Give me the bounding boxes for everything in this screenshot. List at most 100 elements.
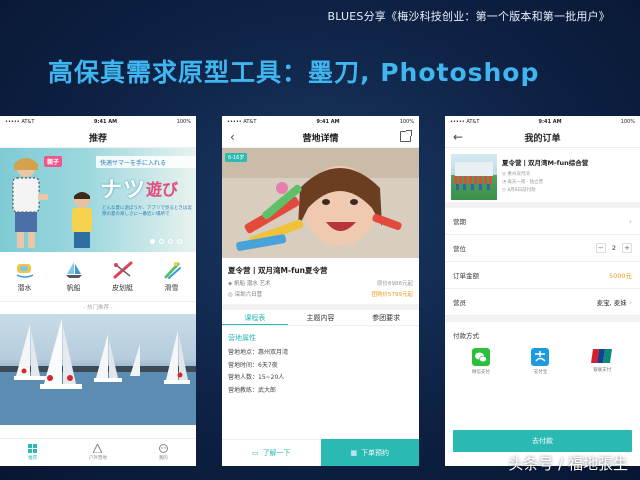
order-info: 夏令营丨双月湾M-fun综合营 ◎ 惠州双月湾 ◔ 再天一夜 · 独立营 ◷ 8… xyxy=(502,154,634,196)
chat-icon: ▭ xyxy=(251,449,259,457)
tab-outdoor-camp[interactable]: 户外营地 xyxy=(65,439,130,466)
pay-option-label: 银联支付 xyxy=(593,368,612,373)
camp-location: ◎ 深圳六日营 xyxy=(228,292,263,298)
woman-photo xyxy=(12,158,48,248)
banner-headline-2: 遊び xyxy=(146,180,179,199)
watermark: 头条号 / 福地張生 xyxy=(508,455,628,473)
pay-option-unionpay[interactable]: 银联支付 xyxy=(591,348,613,375)
recommend-icon xyxy=(28,444,38,453)
carousel-dots[interactable] xyxy=(150,239,182,244)
clock: 9:41 AM xyxy=(94,118,118,125)
sailing-photo[interactable] xyxy=(0,314,196,425)
share-icon[interactable] xyxy=(400,130,412,142)
carrier: ••••• AT&T xyxy=(450,118,480,125)
nav-title: 营地详情 xyxy=(302,133,339,144)
order-card[interactable]: 夏令营丨双月湾M-fun综合营 ◎ 惠州双月湾 ◔ 再天一夜 · 独立营 ◷ 8… xyxy=(445,148,640,208)
banner-subtitle: どんな夏に遊ぼうか、アプリで見るときは実際の夏の楽しさに一番近い場所で xyxy=(102,206,192,218)
increment-button[interactable]: + xyxy=(622,243,632,253)
amount-label: 订单金额 xyxy=(453,272,479,280)
learn-more-button[interactable]: ▭ 了解一下 xyxy=(222,439,321,466)
period-field[interactable]: 营期 › xyxy=(445,208,640,235)
girl-painting-image xyxy=(222,148,419,258)
banner-strip: 快適サマーを手に入れる xyxy=(96,156,196,168)
pay-option-wechat[interactable]: 微信支付 xyxy=(471,348,490,375)
unionpay-icon xyxy=(591,349,613,363)
carousel-dot[interactable] xyxy=(150,239,155,244)
order-duration: 再天一夜 · 独立营 xyxy=(507,180,544,185)
tab-schedule[interactable]: 课程表 xyxy=(222,310,288,325)
camp-location-row: ◎ 深圳六日营 团购价5799元起 xyxy=(222,287,419,298)
sailboat-icon xyxy=(65,261,82,278)
tab-theme[interactable]: 主题内容 xyxy=(288,310,354,325)
back-arrow-icon[interactable]: ← xyxy=(453,130,463,144)
pay-option-label: 微信支付 xyxy=(471,370,490,375)
carrier: ••••• AT&T xyxy=(227,118,257,125)
wechat-pay-icon xyxy=(471,348,490,366)
back-arrow-icon[interactable]: ‹ xyxy=(230,130,235,144)
order-title: 夏令营丨双月湾M-fun综合营 xyxy=(502,159,589,167)
chevron-right-icon: › xyxy=(628,298,632,307)
promo-banner[interactable]: 親子 快適サマーを手に入れる ナツ 遊び どんな夏に遊ぼうか、アプリで見るときは… xyxy=(0,148,196,252)
diving-icon xyxy=(16,263,33,278)
banner-headline: ナツ xyxy=(100,178,147,203)
kayak-icon xyxy=(113,261,132,278)
category-label: 皮划艇 xyxy=(112,283,133,292)
order-location: 惠州双月湾 xyxy=(507,172,530,177)
camp-hero-photo[interactable]: 6-16岁 xyxy=(222,148,419,258)
category-diving[interactable]: 潜水 xyxy=(0,252,49,301)
camp-title: 夏令营丨双月湾M-fun夏令营 xyxy=(228,266,328,275)
category-sailboat[interactable]: 帆船 xyxy=(49,252,98,301)
group-photo xyxy=(454,162,493,190)
category-label: 帆船 xyxy=(66,283,81,292)
tab-label: 户外营地 xyxy=(88,456,107,461)
child-photo xyxy=(72,192,92,248)
learn-more-label: 了解一下 xyxy=(262,449,291,457)
period-label: 营期 xyxy=(453,218,466,226)
bottom-tab-bar: 推荐 户外营地 我的 xyxy=(0,438,196,466)
payment-title: 付款方式 xyxy=(445,316,640,346)
carousel-dot[interactable] xyxy=(177,239,182,244)
clock: 9:41 AM xyxy=(538,118,562,125)
status-bar: ••••• AT&T 9:41 AM 100% xyxy=(0,116,196,127)
carousel-dot[interactable] xyxy=(159,239,164,244)
carrier: ••••• AT&T xyxy=(5,118,35,125)
battery: 100% xyxy=(399,118,414,125)
tab-requirements[interactable]: 参团要求 xyxy=(353,310,419,325)
payment-options: 微信支付 支付宝 银联支付 xyxy=(445,346,640,377)
info-line: 营地地点：惠州双月湾 xyxy=(228,349,289,356)
camper-value-group: 麦宝, 麦妹 › xyxy=(597,297,632,307)
clock: 9:41 AM xyxy=(316,118,340,125)
pay-option-label: 支付宝 xyxy=(533,370,548,375)
battery: 100% xyxy=(620,118,635,125)
amount-field: 订单金额 5000元 xyxy=(445,262,640,289)
camper-names: 麦宝, 麦妹 xyxy=(596,299,627,307)
pay-button[interactable]: 去付款 xyxy=(453,430,632,452)
phone-my-order-screen: ••••• AT&T 9:41 AM 100% ← 我的订单 夏令营丨双月湾M-… xyxy=(445,116,640,466)
camper-field[interactable]: 营员 麦宝, 麦妹 › xyxy=(445,289,640,316)
info-line: 营地教练：武大郎 xyxy=(228,386,277,394)
slide-title: 高保真需求原型工具：墨刀, Photoshop xyxy=(48,58,540,87)
phone-camp-detail-screen: ••••• AT&T 9:41 AM 100% ‹ 营地详情 6-16岁 夏令营… xyxy=(222,116,419,466)
info-line: 营地人数：15~20人 xyxy=(228,374,285,381)
camper-label: 营员 xyxy=(453,299,466,307)
tab-recommend[interactable]: 推荐 xyxy=(0,439,65,466)
category-row: 潜水 帆船 皮划艇 滑雪 xyxy=(0,252,196,302)
category-ski[interactable]: 滑雪 xyxy=(147,252,196,301)
pay-option-alipay[interactable]: 支付宝 xyxy=(531,348,550,375)
decrement-button[interactable]: − xyxy=(595,243,606,253)
calendar-icon: ▦ xyxy=(350,448,358,457)
sailboats-image xyxy=(0,318,196,425)
header-caption: BLUES分享《梅沙科技创业：第一个版本和第一批用户》 xyxy=(327,10,610,23)
alipay-icon xyxy=(531,348,550,366)
book-label: 下单预约 xyxy=(361,448,390,457)
camp-spot-field: 营位 − 2 + xyxy=(445,235,640,262)
category-kayak[interactable]: 皮划艇 xyxy=(98,252,147,301)
quantity-value: 2 xyxy=(611,244,616,252)
tab-mine[interactable]: 我的 xyxy=(131,439,196,466)
book-button[interactable]: ▦ 下单预约 xyxy=(320,439,419,466)
nav-bar: ‹ 营地详情 xyxy=(222,127,419,148)
tab-label: 我的 xyxy=(158,456,168,461)
detail-tabs: 课程表 主题内容 参团要求 xyxy=(222,304,419,326)
carousel-dot[interactable] xyxy=(168,239,173,244)
nav-title: 推荐 xyxy=(88,133,107,144)
